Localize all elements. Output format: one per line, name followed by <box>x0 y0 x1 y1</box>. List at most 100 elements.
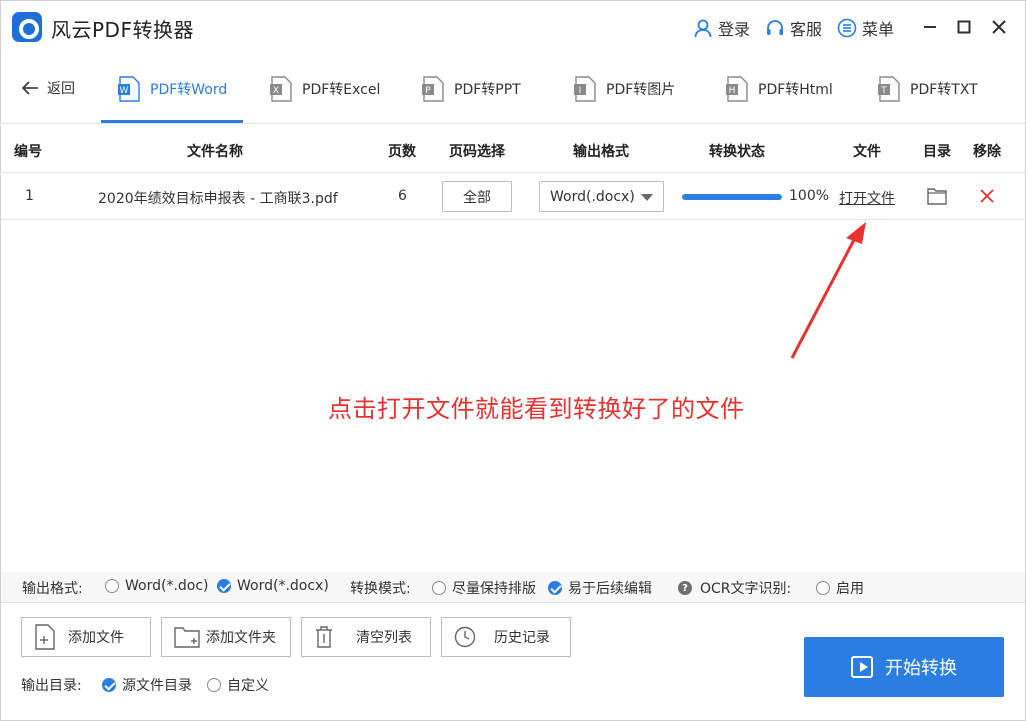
row-pages: 6 <box>398 188 407 204</box>
tab-pdf-to-txt[interactable]: T PDF转TXT <box>877 54 978 123</box>
output-dir-custom-label: 自定义 <box>227 678 269 694</box>
title-bar: 风云PDF转换器 登录 客服 菜单 <box>0 0 1026 54</box>
tab-pdf-to-html[interactable]: H PDF转Html <box>725 54 833 123</box>
start-convert-button[interactable]: 开始转换 <box>804 637 1004 697</box>
ocr-enable-radio[interactable]: 启用 <box>816 578 864 598</box>
add-file-label: 添加文件 <box>68 630 124 646</box>
tab-label: PDF转Word <box>150 81 228 98</box>
header-status: 转换状态 <box>709 144 765 160</box>
arrow-left-icon <box>21 81 38 95</box>
radio-icon <box>207 678 221 692</box>
conversion-progress-bar <box>682 194 782 200</box>
format-docx-label: Word(*.docx) <box>237 578 329 594</box>
table-row: 1 2020年绩效目标申报表 - 工商联3.pdf 6 全部 Word(.doc… <box>0 174 1026 220</box>
tab-pdf-to-excel[interactable]: X PDF转Excel <box>269 54 380 123</box>
pdf-ppt-icon: P <box>422 75 444 102</box>
output-format-value: Word(.docx) <box>550 189 635 205</box>
mode-easy-edit-radio[interactable]: 易于后续编辑 <box>548 578 652 598</box>
annotation-text: 点击打开文件就能看到转换好了的文件 <box>328 395 745 423</box>
app-title: 风云PDF转换器 <box>51 18 194 42</box>
pdf-image-icon-badge: I <box>579 86 582 96</box>
header-page-select: 页码选择 <box>449 144 505 160</box>
maximize-button[interactable] <box>952 15 976 39</box>
folder-icon[interactable] <box>927 187 947 205</box>
progress-percent: 100% <box>789 188 830 204</box>
options-bar: 输出格式: Word(*.doc) Word(*.docx) 转换模式: 尽量保… <box>0 572 1026 602</box>
trash-icon <box>316 626 332 648</box>
menu-icon <box>837 18 857 38</box>
mode-label: 转换模式: <box>350 581 411 597</box>
tab-pdf-to-word[interactable]: W PDF转Word <box>100 54 244 123</box>
chevron-down-icon <box>641 194 653 201</box>
row-filename: 2020年绩效目标申报表 - 工商联3.pdf <box>98 191 338 207</box>
output-format-select[interactable]: Word(.docx) <box>539 181 664 212</box>
open-file-link[interactable]: 打开文件 <box>839 188 895 208</box>
header-file: 文件 <box>853 144 881 160</box>
ocr-label-group: ? OCR文字识别: <box>678 578 791 598</box>
add-folder-label: 添加文件夹 <box>206 630 276 646</box>
history-label: 历史记录 <box>494 630 550 646</box>
user-icon <box>694 19 712 38</box>
menu-button[interactable]: 菜单 <box>837 16 894 40</box>
header-directory: 目录 <box>923 144 951 160</box>
add-file-button[interactable]: 添加文件 <box>21 617 151 657</box>
clear-list-label: 清空列表 <box>356 630 412 646</box>
add-folder-button[interactable]: 添加文件夹 <box>161 617 291 657</box>
mode-keep-layout-radio[interactable]: 尽量保持排版 <box>432 578 536 598</box>
login-label: 登录 <box>718 20 751 39</box>
help-icon[interactable]: ? <box>678 581 692 595</box>
back-button[interactable]: 返回 <box>21 78 75 98</box>
login-button[interactable]: 登录 <box>693 16 750 40</box>
page-select-button[interactable]: 全部 <box>442 181 512 212</box>
service-button[interactable]: 客服 <box>765 16 822 40</box>
header-pages: 页数 <box>388 144 416 160</box>
ocr-enable-label: 启用 <box>836 581 864 597</box>
app-logo-icon <box>12 12 42 42</box>
close-button[interactable] <box>987 15 1011 39</box>
maximize-icon <box>957 20 971 34</box>
pdf-txt-icon-badge: T <box>880 86 887 96</box>
radio-checked-icon <box>548 581 562 595</box>
header-output-format: 输出格式 <box>573 144 629 160</box>
annotation-arrow-icon <box>790 222 866 359</box>
tab-label: PDF转Html <box>758 81 833 98</box>
format-docx-radio[interactable]: Word(*.docx) <box>217 578 329 594</box>
output-dir-custom-radio[interactable]: 自定义 <box>207 675 269 695</box>
tab-label: PDF转TXT <box>910 81 978 98</box>
radio-icon <box>105 579 119 593</box>
output-dir-source-radio[interactable]: 源文件目录 <box>102 675 192 695</box>
radio-checked-icon <box>217 579 231 593</box>
format-doc-label: Word(*.doc) <box>125 578 209 594</box>
minimize-button[interactable] <box>918 15 942 39</box>
add-file-icon <box>35 624 55 650</box>
clear-list-button[interactable]: 清空列表 <box>301 617 431 657</box>
output-dir-label: 输出目录: <box>21 678 82 694</box>
tab-bar: 返回 W PDF转Word X PDF转Excel P PDF转PPT I PD… <box>0 54 1026 124</box>
pdf-excel-icon-badge: X <box>273 86 279 96</box>
tab-pdf-to-image[interactable]: I PDF转图片 <box>573 54 675 123</box>
radio-icon <box>432 581 446 595</box>
remove-icon[interactable] <box>980 189 994 203</box>
header-filename: 文件名称 <box>187 144 243 160</box>
header-index: 编号 <box>14 144 42 160</box>
headset-icon <box>767 20 783 35</box>
pdf-html-icon: H <box>726 75 748 102</box>
output-format-label: 输出格式: <box>22 581 83 597</box>
menu-label: 菜单 <box>862 20 895 39</box>
mode-edit-label: 易于后续编辑 <box>568 581 652 597</box>
pdf-word-icon: W <box>118 75 140 102</box>
minimize-icon <box>924 26 936 28</box>
history-button[interactable]: 历史记录 <box>441 617 571 657</box>
pdf-txt-icon: T <box>878 75 900 102</box>
format-doc-radio[interactable]: Word(*.doc) <box>105 578 209 594</box>
back-label: 返回 <box>47 81 75 97</box>
tab-label: PDF转图片 <box>606 81 676 98</box>
output-dir-source-label: 源文件目录 <box>122 678 192 694</box>
tab-pdf-to-ppt[interactable]: P PDF转PPT <box>421 54 521 123</box>
pdf-excel-icon: X <box>270 75 292 102</box>
pdf-ppt-icon-badge: P <box>425 86 431 96</box>
radio-icon <box>816 581 830 595</box>
add-folder-icon <box>174 627 200 648</box>
pdf-html-icon-badge: H <box>729 86 736 96</box>
pdf-image-icon: I <box>574 75 596 102</box>
